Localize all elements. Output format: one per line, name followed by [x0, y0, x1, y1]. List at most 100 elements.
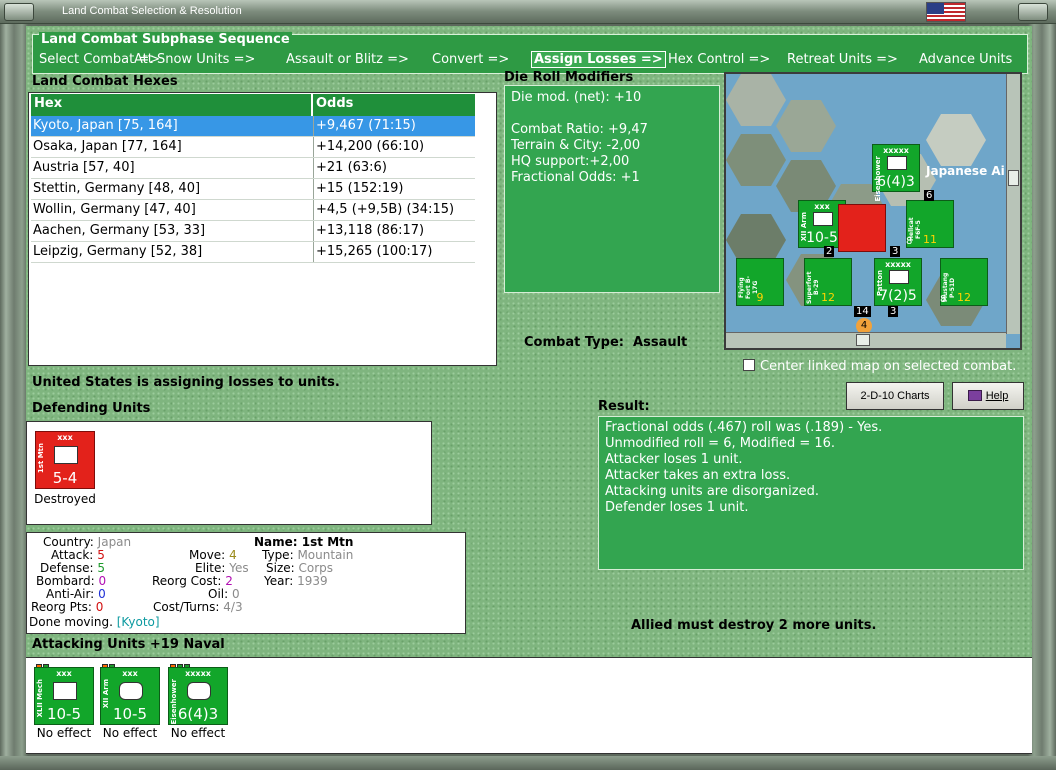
unit-size: Corps [298, 561, 334, 575]
result-line: Attacking units are disorganized. [605, 484, 819, 499]
hex-name: Wollin, Germany [47, 40] [33, 202, 196, 217]
hex-row[interactable]: Leipzig, Germany [52, 38] +15,265 (100:1… [31, 242, 475, 263]
combat-type: Combat Type: Assault [524, 335, 688, 350]
center-map-label: Center linked map on selected combat. [760, 359, 1017, 374]
phase-step-hex-control: Hex Control => [668, 52, 771, 67]
linked-map[interactable]: Japanese Ai xxxxx Eisenhower 6(4)3 xxx X… [724, 72, 1022, 350]
defending-units-panel: xxx 1st Mtn 5-4 Destroyed [26, 421, 432, 525]
charts-button[interactable]: 2-D-10 Charts [846, 382, 944, 410]
subphase-sequence: Land Combat Subphase Sequence Select Com… [32, 32, 1028, 74]
phase-step-att-snow: Att Snow Units => [134, 52, 256, 67]
drm-fractional-odds: Fractional Odds: +1 [511, 170, 640, 185]
attacking-unit-status: No effect [36, 726, 92, 740]
attacking-units-panel: xxx XLII Mech 10-5 No effect xxx XII Arm… [26, 657, 1032, 754]
hex-row[interactable]: Kyoto, Japan [75, 164] +9,467 (71:15) [31, 116, 475, 137]
close-window-button[interactable] [1018, 3, 1048, 21]
attacking-unit-xlii-mech[interactable]: xxx XLII Mech 10-5 [34, 667, 94, 725]
result-panel: Fractional odds (.467) roll was (.189) -… [598, 416, 1024, 570]
bottom-frame [0, 756, 1056, 770]
result-line: Unmodified roll = 6, Modified = 16. [605, 436, 836, 451]
attacking-units-label: Attacking Units +19 Naval [32, 637, 225, 652]
map-stack-count: 3 [890, 246, 901, 257]
hex-row[interactable]: Stettin, Germany [48, 40] +15 (152:19) [31, 179, 475, 200]
map-vertical-scrollbar[interactable] [1006, 74, 1020, 334]
unit-elite: Yes [229, 561, 249, 575]
hex-name: Osaka, Japan [77, 164] [33, 139, 182, 154]
hex-odds: +14,200 (66:10) [316, 139, 425, 154]
unit-name: 1st Mtn [301, 535, 354, 549]
unit-antiair: 0 [98, 587, 106, 601]
map-unit-patton[interactable]: xxxxx Patton 7(2)5 [874, 258, 922, 306]
unit-defense: 5 [97, 561, 105, 575]
phase-step-advance: Advance Units [919, 52, 1013, 67]
map-stack-count: 2 [824, 246, 835, 257]
map-label: Japanese Ai [926, 164, 1005, 178]
unit-cost-turns: 4/3 [223, 600, 243, 614]
hex-name: Stettin, Germany [48, 40] [33, 181, 201, 196]
hex-row[interactable]: Austria [57, 40] +21 (63:6) [31, 158, 475, 179]
unit-type: Mountain [297, 548, 354, 562]
map-horizontal-scrollbar[interactable] [726, 332, 1006, 348]
unit-oil: 0 [231, 587, 240, 601]
center-map-checkbox[interactable]: Center linked map on selected combat. [743, 359, 1016, 374]
drm-combat-ratio: Combat Ratio: +9,47 [511, 122, 648, 137]
map-unit-hellcat[interactable]: Hellcat F6F-5 11 [906, 200, 954, 248]
result-line: Attacker loses 1 unit. [605, 452, 743, 467]
unit-info-panel: Country: Japan Attack: 5 Defense: 5 Bomb… [26, 532, 466, 634]
hex-name: Aachen, Germany [53, 33] [33, 223, 206, 238]
unit-year: 1939 [297, 574, 328, 588]
phase-step-assign-losses: Assign Losses => [531, 51, 666, 68]
phase-step-retreat: Retreat Units => [787, 52, 898, 67]
hex-row[interactable]: Wollin, Germany [47, 40] +4,5 (+9,5B) (3… [31, 200, 475, 221]
window-frame-right [1028, 0, 1056, 770]
system-menu-button[interactable] [4, 3, 34, 21]
must-destroy-message: Allied must destroy 2 more units. [631, 618, 877, 633]
map-unit-target[interactable] [838, 204, 886, 252]
combat-type-value: Assault [633, 335, 688, 350]
hex-name: Leipzig, Germany [52, 38] [33, 244, 203, 259]
map-unit-p51d[interactable]: Mustang P-51D 12 [940, 258, 988, 306]
drm-terrain-city: Terrain & City: -2,00 [511, 138, 641, 153]
checkbox-box[interactable] [743, 359, 755, 371]
map-stack-count: 8 [906, 236, 913, 247]
attacking-unit-status: No effect [170, 726, 226, 740]
hex-odds: +13,118 (86:17) [316, 223, 425, 238]
help-button[interactable]: Help [952, 382, 1024, 410]
map-unit-b17g[interactable]: Flying Fort B-17G 9 [736, 258, 784, 306]
unit-location: [Kyoto] [116, 615, 160, 629]
title-bar: Land Combat Selection & Resolution [0, 0, 1056, 24]
drm-hq-support: HQ support:+2,00 [511, 154, 630, 169]
hex-row[interactable]: Aachen, Germany [53, 33] +13,118 (86:17) [31, 221, 475, 242]
odds-column-header[interactable]: Odds [313, 94, 475, 116]
map-stack-count: 3 [888, 306, 899, 317]
us-flag-icon [926, 2, 966, 22]
unit-move: 4 [229, 548, 237, 562]
result-line: Attacker takes an extra loss. [605, 468, 791, 483]
die-roll-modifiers-label: Die Roll Modifiers [504, 70, 634, 85]
unit-reorg-cost: 2 [225, 574, 233, 588]
map-unit-eisenhower[interactable]: xxxxx Eisenhower 6(4)3 [872, 144, 920, 202]
main-panel: Land Combat Subphase Sequence Select Com… [26, 26, 1032, 754]
hex-row[interactable]: Osaka, Japan [77, 164] +14,200 (66:10) [31, 137, 475, 158]
hex-table: Hex Odds Kyoto, Japan [75, 164] +9,467 (… [28, 92, 497, 366]
result-line: Defender loses 1 unit. [605, 500, 749, 515]
attacking-unit-xii-arm[interactable]: xxx XII Arm 10-5 [100, 667, 160, 725]
defending-units-label: Defending Units [32, 401, 151, 416]
map-stack-count: 14 [854, 306, 871, 317]
help-book-icon [967, 390, 982, 401]
defending-unit-1st-mtn[interactable]: xxx 1st Mtn 5-4 [35, 431, 95, 489]
unit-country: Japan [97, 535, 132, 549]
defending-unit-status: Destroyed [34, 492, 96, 506]
map-unit-b29[interactable]: Superfort B-29 12 [804, 258, 852, 306]
attacking-unit-eisenhower[interactable]: xxxxx Eisenhower 6(4)3 [168, 667, 228, 725]
result-label: Result: [598, 399, 650, 414]
hex-odds: +15,265 (100:17) [316, 244, 433, 259]
phase-step-convert: Convert => [432, 52, 510, 67]
hex-column-header[interactable]: Hex [31, 94, 311, 116]
hex-odds: +9,467 (71:15) [316, 118, 416, 133]
hex-odds: +21 (63:6) [316, 160, 387, 175]
attacking-unit-status: No effect [102, 726, 158, 740]
die-roll-modifiers-panel: Die mod. (net): +10 Combat Ratio: +9,47 … [504, 85, 720, 293]
hex-name: Kyoto, Japan [75, 164] [33, 118, 178, 133]
hex-odds: +15 (152:19) [316, 181, 404, 196]
